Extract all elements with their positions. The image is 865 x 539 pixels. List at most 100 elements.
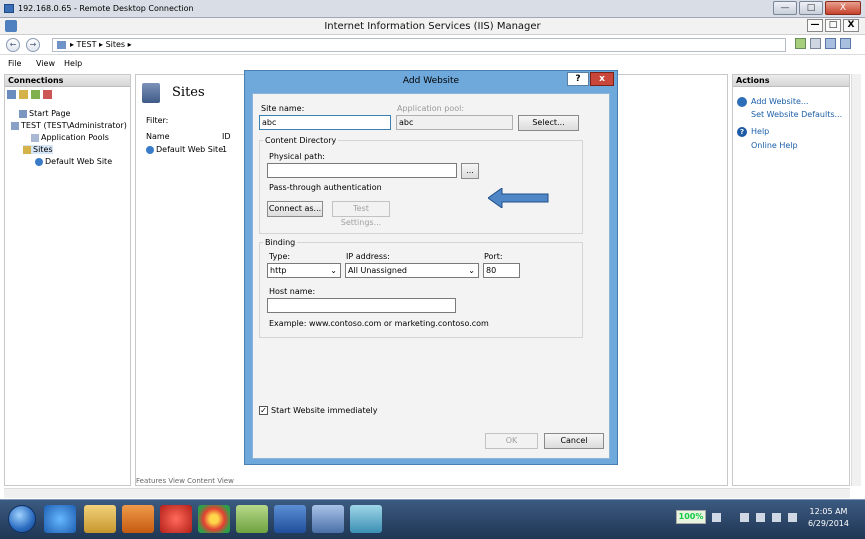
rdp-title: 192.168.0.65 - Remote Desktop Connection bbox=[18, 4, 194, 13]
battery-indicator[interactable]: 100% bbox=[676, 510, 706, 524]
ip-address-select[interactable]: All Unassigned ⌄ bbox=[345, 263, 479, 278]
type-label: Type: bbox=[269, 252, 291, 261]
network-icon[interactable] bbox=[772, 513, 781, 522]
port-input[interactable]: 80 bbox=[483, 263, 520, 278]
filter-label: Filter: bbox=[146, 116, 169, 125]
word-icon[interactable] bbox=[274, 505, 306, 533]
table-row[interactable]: Default Web Site bbox=[146, 145, 223, 154]
physical-path-label: Physical path: bbox=[269, 152, 325, 161]
maximize-button[interactable]: □ bbox=[825, 19, 841, 32]
set-website-defaults-link[interactable]: Set Website Defaults... bbox=[751, 110, 842, 119]
folder-icon bbox=[23, 145, 31, 154]
chevron-down-icon: ⌄ bbox=[330, 266, 337, 275]
home-icon[interactable] bbox=[825, 38, 836, 49]
site-name-label: Site name: bbox=[261, 104, 305, 113]
breadcrumb-path: ▸ TEST ▸ Sites ▸ bbox=[70, 40, 132, 49]
address-row: ← → ▸ TEST ▸ Sites ▸ bbox=[0, 35, 865, 55]
rdp-close-button[interactable]: X bbox=[825, 1, 861, 15]
server-icon bbox=[11, 121, 19, 130]
host-name-label: Host name: bbox=[269, 287, 316, 296]
connect-icon[interactable] bbox=[7, 89, 16, 99]
row-id: 1 bbox=[222, 145, 228, 154]
menu-view[interactable]: View bbox=[36, 59, 55, 68]
tree-sites[interactable]: Sites bbox=[23, 145, 53, 154]
app-pool-label: Application pool: bbox=[397, 104, 465, 113]
rdp-title-bar: 192.168.0.65 - Remote Desktop Connection… bbox=[0, 0, 865, 18]
help-icon[interactable] bbox=[840, 38, 851, 49]
forward-button[interactable]: → bbox=[26, 38, 40, 52]
site-name-input[interactable]: abc bbox=[259, 115, 391, 130]
media-icon[interactable] bbox=[122, 505, 154, 533]
tray-clock[interactable]: 12:05 AM 6/29/2014 bbox=[808, 506, 849, 530]
back-button[interactable]: ← bbox=[6, 38, 20, 52]
help-icon: ? bbox=[737, 127, 747, 137]
start-website-checkbox[interactable]: ✓ bbox=[259, 406, 268, 415]
globe-icon bbox=[35, 157, 43, 166]
tray-app-icon[interactable] bbox=[712, 513, 721, 522]
add-website-dialog: Add Website ? x Site name: abc Applicati… bbox=[244, 70, 618, 465]
binding-label: Binding bbox=[263, 238, 298, 247]
iis-window-title-bar: Internet Information Services (IIS) Mana… bbox=[0, 18, 865, 35]
cancel-button[interactable]: Cancel bbox=[544, 433, 604, 449]
tree-start-page[interactable]: Start Page bbox=[19, 109, 70, 118]
connect-as-button[interactable]: Connect as... bbox=[267, 201, 323, 217]
stop-icon[interactable] bbox=[810, 38, 821, 49]
column-id[interactable]: ID bbox=[222, 132, 231, 141]
dialog-close-button[interactable]: x bbox=[590, 72, 614, 86]
tree-application-pools[interactable]: Application Pools bbox=[31, 133, 109, 142]
start-button[interactable] bbox=[8, 505, 36, 533]
app-pool-input: abc bbox=[396, 115, 513, 130]
taskbar: 100% 12:05 AM 6/29/2014 bbox=[0, 499, 865, 539]
save-icon[interactable] bbox=[19, 89, 28, 99]
column-name[interactable]: Name bbox=[146, 132, 170, 141]
select-button[interactable]: Select... bbox=[518, 115, 579, 131]
flag-icon[interactable] bbox=[740, 513, 749, 522]
content-directory-label: Content Directory bbox=[263, 136, 339, 145]
dialog-help-button[interactable]: ? bbox=[567, 72, 589, 86]
connections-toolbar bbox=[5, 87, 130, 101]
power-icon[interactable] bbox=[756, 513, 765, 522]
dialog-body: Site name: abc Application pool: abc Sel… bbox=[252, 93, 610, 459]
tree-default-web-site[interactable]: Default Web Site bbox=[35, 157, 112, 166]
rdp-maximize-button[interactable]: □ bbox=[799, 1, 823, 15]
type-select[interactable]: http ⌄ bbox=[267, 263, 341, 278]
menu-file[interactable]: File bbox=[8, 59, 21, 68]
rdp-minimize-button[interactable]: — bbox=[773, 1, 797, 15]
server-icon bbox=[57, 40, 66, 49]
add-icon bbox=[737, 97, 747, 107]
globe-icon bbox=[146, 145, 154, 154]
menu-help[interactable]: Help bbox=[64, 59, 82, 68]
vertical-scrollbar[interactable] bbox=[851, 74, 861, 486]
up-icon[interactable] bbox=[31, 89, 40, 99]
breadcrumb[interactable]: ▸ TEST ▸ Sites ▸ bbox=[52, 38, 786, 52]
tree-server[interactable]: TEST (TEST\Administrator) bbox=[11, 121, 127, 130]
view-tabs[interactable]: Features View Content View bbox=[136, 477, 234, 487]
dialog-title-bar[interactable]: Add Website ? x bbox=[245, 71, 617, 91]
minimize-button[interactable]: — bbox=[807, 19, 823, 32]
close-button[interactable]: X bbox=[843, 19, 859, 32]
disconnect-icon[interactable] bbox=[43, 89, 52, 99]
clock-time: 12:05 AM bbox=[809, 507, 848, 516]
browse-button[interactable]: ... bbox=[461, 163, 479, 179]
help-link[interactable]: Help bbox=[751, 127, 769, 136]
refresh-icon[interactable] bbox=[795, 38, 806, 49]
app-blue-icon[interactable] bbox=[350, 505, 382, 533]
add-website-link[interactable]: Add Website... bbox=[751, 97, 809, 106]
physical-path-input[interactable] bbox=[267, 163, 457, 178]
notes-icon[interactable] bbox=[236, 505, 268, 533]
horizontal-scrollbar[interactable] bbox=[4, 488, 850, 498]
online-help-link[interactable]: Online Help bbox=[751, 141, 798, 150]
chrome-icon[interactable] bbox=[198, 505, 230, 533]
host-name-input[interactable] bbox=[267, 298, 456, 313]
port-label: Port: bbox=[484, 252, 503, 261]
remote-desktop-icon[interactable] bbox=[312, 505, 344, 533]
ip-address-label: IP address: bbox=[346, 252, 390, 261]
sites-icon bbox=[142, 83, 160, 103]
volume-icon[interactable] bbox=[788, 513, 797, 522]
app-red-icon[interactable] bbox=[160, 505, 192, 533]
page-title: Sites bbox=[172, 85, 205, 100]
blue-arrow-annotation bbox=[488, 188, 549, 208]
ie-icon[interactable] bbox=[44, 505, 76, 533]
window-title: Internet Information Services (IIS) Mana… bbox=[324, 21, 541, 32]
explorer-icon[interactable] bbox=[84, 505, 116, 533]
